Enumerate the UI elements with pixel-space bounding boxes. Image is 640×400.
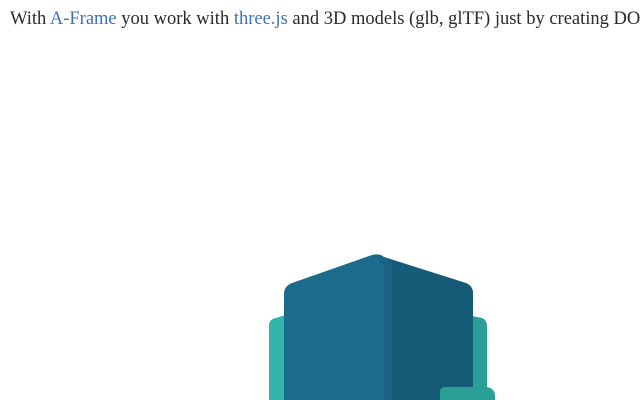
cube-front-face [284, 254, 392, 400]
page: With A-Frame you work with three.js and … [0, 0, 640, 400]
3d-scene-canvas[interactable] [0, 0, 640, 400]
cube-side-face [384, 257, 473, 400]
teal-small-cube [440, 387, 495, 400]
